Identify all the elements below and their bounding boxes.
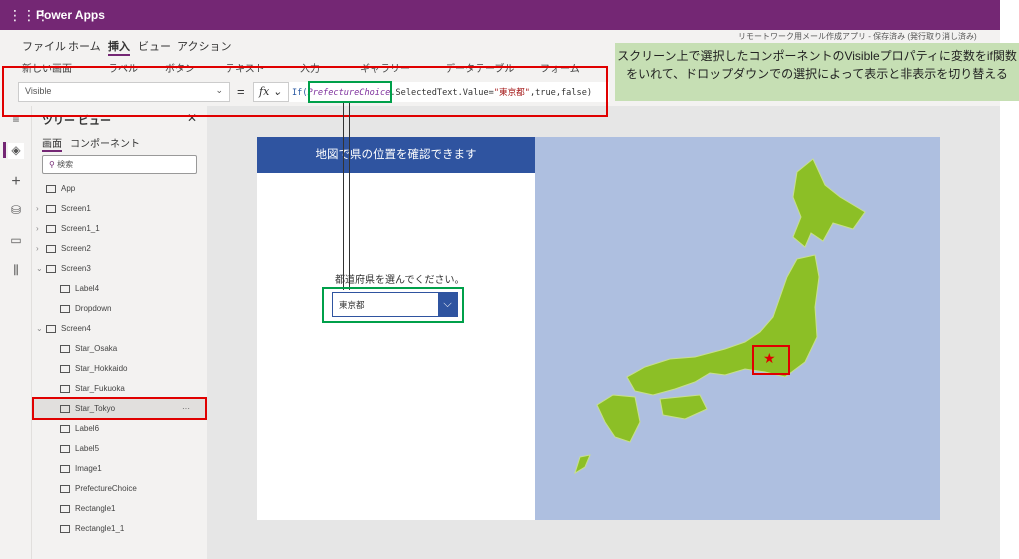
shikoku — [659, 394, 708, 420]
tree-item-label: Screen2 — [61, 244, 91, 253]
tree-item-label: Image1 — [75, 464, 102, 473]
expand-chevron-icon[interactable]: ⌄ — [36, 319, 43, 339]
search-icon: ⚲ — [49, 160, 58, 169]
tree-item-label: PrefectureChoice — [75, 484, 137, 493]
control-icon — [60, 385, 70, 393]
tree-item[interactable]: ⌄ Screen4 — [32, 319, 207, 339]
expand-chevron-icon[interactable]: › — [36, 239, 39, 259]
search-placeholder: 検索 — [57, 160, 74, 169]
control-icon — [60, 285, 70, 293]
tree-item[interactable]: Star_Fukuoka — [32, 379, 207, 399]
tree-item[interactable]: Label5 — [32, 439, 207, 459]
prompt-label: 都道府県を選んでください。 — [335, 275, 465, 286]
tree-item[interactable]: PrefectureChoice — [32, 479, 207, 499]
tab-components[interactable]: コンポーネント — [70, 135, 140, 150]
header-label: 地図で県の位置を確認できます — [257, 137, 535, 173]
okinawa — [574, 454, 591, 475]
tree-item-label: Screen4 — [61, 324, 91, 333]
control-icon — [60, 305, 70, 313]
layers-icon[interactable]: ◈ — [8, 143, 24, 159]
tree-item-label: Label6 — [75, 424, 100, 433]
control-icon — [46, 265, 56, 273]
control-icon — [60, 365, 70, 373]
honshu — [626, 254, 820, 396]
control-icon — [46, 185, 56, 193]
search-input[interactable]: ⚲ 検索 — [42, 155, 197, 174]
star-highlight-box — [752, 345, 790, 375]
expand-chevron-icon[interactable]: ⌄ — [36, 259, 43, 279]
tree-item[interactable]: Rectangle1 — [32, 499, 207, 519]
tree-item[interactable]: › Screen2 — [32, 239, 207, 259]
app-screen: 地図で県の位置を確認できます ★ 都道府県を選んでください。 東京都 ⌵ — [257, 137, 940, 520]
tree-item[interactable]: Image1 — [32, 459, 207, 479]
tree-item-label: Rectangle1_1 — [75, 524, 125, 533]
tree-item-highlight-box — [32, 397, 207, 420]
tree-item[interactable]: Rectangle1_1 — [32, 519, 207, 539]
expand-chevron-icon[interactable]: › — [36, 199, 39, 219]
callout-note: スクリーン上で選択したコンポーネントのVisibleプロパティに変数をif関数を… — [615, 43, 1019, 101]
menu-4[interactable]: アクション — [177, 38, 231, 54]
title-bar: ⋮⋮⋮ Power Apps — [0, 0, 1000, 30]
tree-item-label: Label4 — [75, 284, 100, 293]
menu-3[interactable]: ビュー — [138, 38, 171, 54]
tree-item[interactable]: › Screen1_1 — [32, 219, 207, 239]
control-icon — [60, 505, 70, 513]
tree-item-label: Dropdown — [75, 304, 112, 313]
tree-item[interactable]: App — [32, 179, 207, 199]
database-icon[interactable]: ⛁ — [8, 203, 24, 219]
tree-item-label: App — [61, 184, 76, 193]
tree-item-label: Screen1_1 — [61, 224, 100, 233]
expand-chevron-icon[interactable]: › — [36, 219, 39, 239]
tree-item-label: Star_Osaka — [75, 344, 118, 353]
menu-2[interactable]: 挿入 — [108, 38, 130, 56]
tree-item-label: Label5 — [75, 444, 100, 453]
control-icon — [46, 325, 56, 333]
tree-item[interactable]: Star_Osaka — [32, 339, 207, 359]
control-icon — [60, 465, 70, 473]
tree-item-label: Rectangle1 — [75, 504, 116, 513]
media-icon[interactable]: ▭ — [8, 233, 24, 249]
control-highlight-box — [308, 81, 392, 103]
app-name: Power Apps — [36, 8, 105, 22]
dropdown-highlight-box — [322, 287, 464, 323]
control-icon — [60, 445, 70, 453]
control-icon — [46, 225, 56, 233]
control-icon — [60, 345, 70, 353]
menu-0[interactable]: ファイル — [22, 38, 66, 54]
control-icon — [60, 525, 70, 533]
waffle-icon[interactable]: ⋮⋮⋮ — [8, 7, 50, 23]
control-icon — [60, 425, 70, 433]
formula-highlight-box — [2, 66, 608, 117]
tree-item[interactable]: › Screen1 — [32, 199, 207, 219]
control-icon — [46, 205, 56, 213]
tree-item-label: Screen3 — [61, 264, 91, 273]
left-rail: ≡ ◈ + ⛁ ▭ ⫼ — [0, 106, 32, 559]
tree-item[interactable]: Label6 — [32, 419, 207, 439]
tree-item[interactable]: Star_Hokkaido — [32, 359, 207, 379]
tree-view-panel: ツリー ビュー ✕ 画面 コンポーネント ⚲ 検索 App › Screen1 › Sc… — [32, 106, 207, 559]
tree-item-label: Screen1 — [61, 204, 91, 213]
tools-icon[interactable]: ⫼ — [8, 263, 24, 279]
plus-icon[interactable]: + — [8, 173, 24, 190]
connector-line — [349, 103, 350, 290]
tree-item[interactable]: ⌄ Screen3 — [32, 259, 207, 279]
tab-screens[interactable]: 画面 — [42, 135, 62, 152]
menu-1[interactable]: ホーム — [68, 38, 101, 54]
hokkaido — [792, 158, 866, 248]
tree-item-label: Star_Fukuoka — [75, 384, 125, 393]
japan-map-image — [535, 137, 940, 520]
kyushu — [596, 394, 641, 443]
control-icon — [46, 245, 56, 253]
control-icon — [60, 485, 70, 493]
save-status: リモートワーク用メール作成アプリ - 保存済み (発行取り消し済み) — [738, 32, 977, 41]
tree-item-label: Star_Hokkaido — [75, 364, 128, 373]
tree-item[interactable]: Label4 — [32, 279, 207, 299]
active-indicator — [3, 142, 6, 158]
tree-item[interactable]: Dropdown — [32, 299, 207, 319]
connector-line — [343, 103, 344, 290]
